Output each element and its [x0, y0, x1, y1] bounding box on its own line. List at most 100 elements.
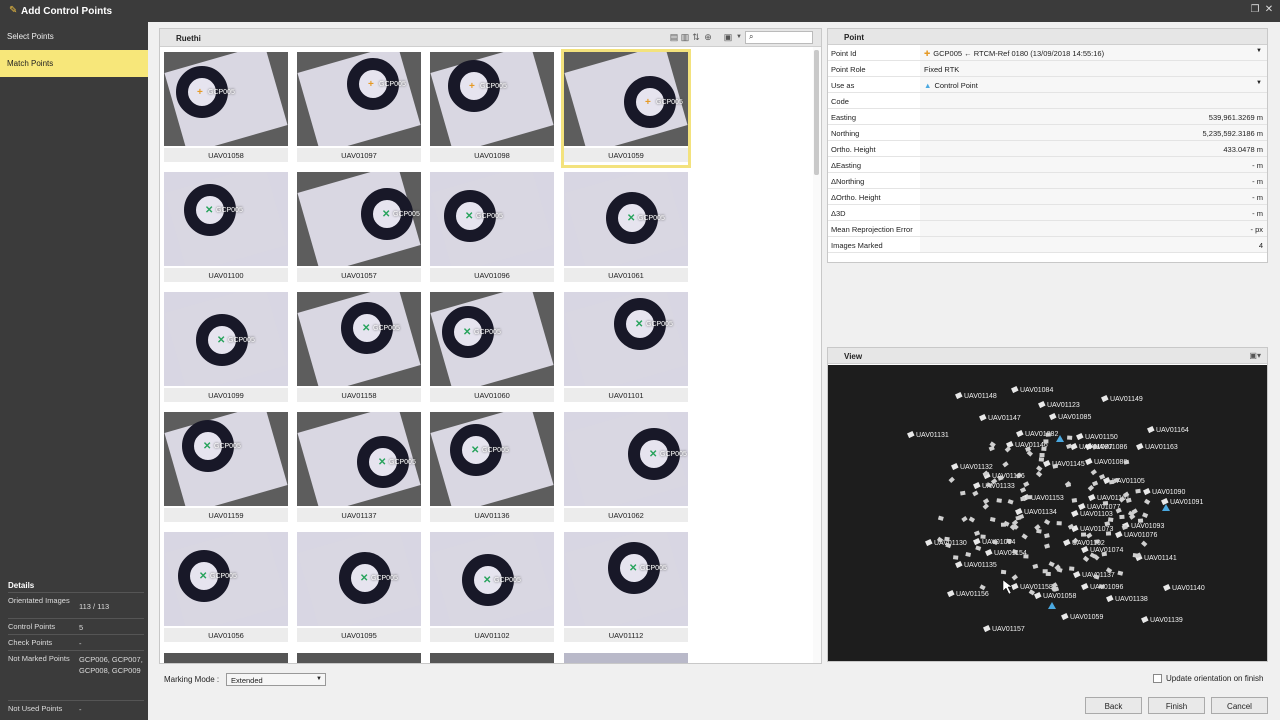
- camera-marker[interactable]: [979, 584, 986, 591]
- camera-marker[interactable]: [1119, 514, 1125, 520]
- camera-marker[interactable]: [1147, 426, 1155, 434]
- camera-marker[interactable]: [1071, 510, 1079, 518]
- tile-image[interactable]: ✕ GCP005: [564, 412, 688, 506]
- camera-marker[interactable]: [1076, 433, 1084, 441]
- tile-image[interactable]: ✕ GCP005: [164, 412, 288, 506]
- camera-marker[interactable]: [1016, 430, 1024, 438]
- camera-marker[interactable]: [1142, 512, 1149, 519]
- camera-marker[interactable]: [1065, 482, 1072, 488]
- camera-marker[interactable]: [1036, 465, 1043, 472]
- marker-icon[interactable]: +: [197, 88, 203, 98]
- view-options-icon[interactable]: ▣▾: [1249, 351, 1261, 360]
- camera-marker[interactable]: [1023, 554, 1029, 559]
- camera-marker[interactable]: [952, 555, 959, 560]
- camera-marker[interactable]: [961, 516, 968, 523]
- camera-marker[interactable]: [1109, 479, 1115, 485]
- scrollbar-thumb[interactable]: [814, 50, 819, 175]
- scrollbar[interactable]: [813, 47, 821, 663]
- camera-marker[interactable]: [1143, 488, 1151, 496]
- chevron-down-icon[interactable]: ▼: [734, 32, 744, 42]
- marker-icon[interactable]: ✕: [483, 576, 491, 586]
- camera-marker[interactable]: [1043, 439, 1049, 444]
- camera-marker[interactable]: [1015, 515, 1022, 521]
- camera-marker[interactable]: [1078, 503, 1086, 511]
- camera-marker[interactable]: [1038, 401, 1046, 409]
- camera-marker[interactable]: [1071, 498, 1078, 503]
- camera-marker[interactable]: [1035, 471, 1043, 478]
- close-icon[interactable]: ✕: [1264, 5, 1274, 15]
- image-tile[interactable]: ✕ GCP005 UAV01158: [297, 292, 421, 405]
- image-tile[interactable]: ✕ GCP005 UAV01057: [297, 172, 421, 285]
- camera-marker[interactable]: [1056, 521, 1062, 526]
- camera-marker[interactable]: [989, 441, 996, 448]
- camera-marker[interactable]: [980, 534, 986, 539]
- camera-marker[interactable]: [1117, 570, 1124, 576]
- image-tile[interactable]: + GCP005 UAV01058: [164, 52, 288, 165]
- camera-marker[interactable]: [1081, 532, 1087, 537]
- camera-marker[interactable]: [1044, 543, 1051, 549]
- marker-icon[interactable]: ✕: [463, 328, 471, 338]
- image-tile[interactable]: ✕ GCP005 UAV01101: [564, 292, 688, 405]
- image-tile[interactable]: ✕ GCP005 UAV01095: [297, 532, 421, 645]
- marker-icon[interactable]: ✕: [362, 324, 370, 334]
- camera-marker[interactable]: [1061, 613, 1069, 621]
- image-tile[interactable]: ✕ GCP005 UAV01062: [564, 412, 688, 525]
- camera-marker[interactable]: [983, 625, 991, 633]
- camera-marker[interactable]: [982, 503, 989, 510]
- tile-image[interactable]: ✕ GCP005: [564, 172, 688, 266]
- camera-marker[interactable]: [907, 431, 915, 439]
- marker-icon[interactable]: +: [645, 98, 651, 108]
- camera-marker[interactable]: [1049, 413, 1057, 421]
- camera-marker[interactable]: [979, 414, 987, 422]
- camera-marker[interactable]: [1115, 531, 1123, 539]
- camera-marker[interactable]: [1135, 488, 1141, 494]
- camera-marker[interactable]: [1015, 508, 1023, 516]
- image-tile[interactable]: ✕ GCP005 UAV01137: [297, 412, 421, 525]
- image-tile-partial[interactable]: [297, 653, 421, 663]
- cancel-button[interactable]: Cancel: [1211, 697, 1268, 714]
- camera-marker[interactable]: [955, 392, 963, 400]
- camera-marker[interactable]: [1081, 583, 1089, 591]
- camera-marker[interactable]: [1101, 551, 1108, 557]
- tile-image[interactable]: ✕ GCP005: [430, 412, 554, 506]
- image-tile[interactable]: + GCP005 UAV01097: [297, 52, 421, 165]
- image-tile-partial[interactable]: [430, 653, 554, 663]
- camera-marker[interactable]: [1102, 500, 1109, 506]
- marker-icon[interactable]: ✕: [471, 446, 479, 456]
- camera-positions-view[interactable]: UAV01148 UAV01084 UAV01149 UAV01123 UAV01147…: [828, 365, 1267, 661]
- search-box[interactable]: ⌕: [745, 31, 813, 44]
- search-input[interactable]: [759, 33, 811, 43]
- marker-icon[interactable]: +: [469, 82, 475, 92]
- image-filter-icon[interactable]: ▥: [680, 32, 690, 42]
- camera-marker[interactable]: [1041, 446, 1047, 452]
- marker-icon[interactable]: ✕: [465, 212, 473, 222]
- camera-marker[interactable]: [1143, 498, 1151, 505]
- camera-marker[interactable]: [1067, 435, 1073, 440]
- tile-image[interactable]: ✕ GCP005: [164, 172, 288, 266]
- camera-marker[interactable]: [1000, 569, 1007, 575]
- camera-marker[interactable]: [1161, 498, 1169, 506]
- image-tile-partial[interactable]: [164, 653, 288, 663]
- camera-marker[interactable]: [968, 516, 976, 523]
- tile-image[interactable]: ✕ GCP005: [564, 532, 688, 626]
- image-tile[interactable]: + GCP005 UAV01098: [430, 52, 554, 165]
- image-tile[interactable]: ✕ GCP005 UAV01159: [164, 412, 288, 525]
- camera-marker[interactable]: [1090, 469, 1098, 476]
- camera-marker[interactable]: [1141, 616, 1149, 624]
- control-point-triangle-icon[interactable]: [1048, 602, 1056, 609]
- sidebar-item-select-points[interactable]: Select Points: [0, 23, 148, 50]
- tile-image[interactable]: ✕ GCP005: [297, 172, 421, 266]
- camera-marker[interactable]: [1043, 519, 1051, 526]
- tile-image[interactable]: ✕ GCP005: [430, 172, 554, 266]
- tile-image[interactable]: + GCP005: [430, 52, 554, 146]
- marking-mode-select[interactable]: Extended ▼: [226, 673, 326, 686]
- camera-marker[interactable]: [1006, 441, 1014, 449]
- camera-marker[interactable]: [1021, 533, 1028, 540]
- marker-icon[interactable]: ✕: [217, 336, 225, 346]
- camera-marker[interactable]: [1086, 532, 1093, 539]
- camera-marker[interactable]: [951, 463, 959, 471]
- restore-icon[interactable]: ❐: [1250, 5, 1260, 15]
- camera-marker[interactable]: [1045, 432, 1051, 437]
- camera-marker[interactable]: [1007, 499, 1014, 505]
- camera-marker[interactable]: [1088, 494, 1096, 502]
